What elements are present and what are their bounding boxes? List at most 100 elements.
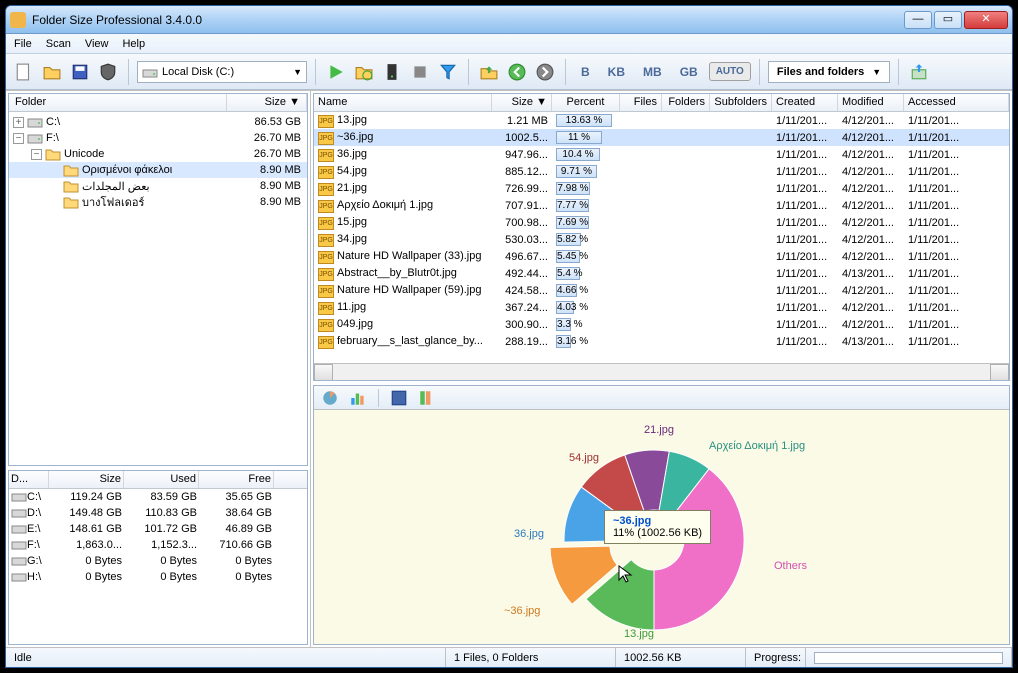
menu-help[interactable]: Help — [122, 38, 145, 50]
file-row[interactable]: JPGfebruary__s_last_glance_by...288.19..… — [314, 333, 1009, 350]
new-button[interactable] — [12, 60, 36, 84]
drives-panel[interactable]: D... Size Used Free C:\119.24 GB83.59 GB… — [8, 470, 308, 645]
tree-row[interactable]: Ορισμένοι φάκελοι8.90 MB — [9, 162, 307, 178]
jpg-icon: JPG — [318, 319, 334, 332]
back-button[interactable] — [505, 60, 529, 84]
stop-button[interactable] — [408, 60, 432, 84]
status-progress-label: Progress: — [746, 648, 806, 667]
col-files[interactable]: Files — [620, 94, 662, 111]
percent-bar: 13.63 % — [556, 114, 612, 127]
col-folders[interactable]: Folders — [662, 94, 710, 111]
col-drive[interactable]: D... — [9, 471, 49, 488]
unit-gb-button[interactable]: GB — [673, 61, 705, 83]
drive-row[interactable]: G:\0 Bytes0 Bytes0 Bytes — [9, 553, 307, 569]
server-button[interactable] — [380, 60, 404, 84]
col-size[interactable]: Size ▼ — [492, 94, 552, 111]
drive-row[interactable]: H:\0 Bytes0 Bytes0 Bytes — [9, 569, 307, 585]
menu-view[interactable]: View — [85, 38, 109, 50]
file-row[interactable]: JPG34.jpg530.03...5.82 %1/11/201...4/12/… — [314, 231, 1009, 248]
file-row[interactable]: JPGNature HD Wallpaper (33).jpg496.67...… — [314, 248, 1009, 265]
col-subfolders[interactable]: Subfolders — [710, 94, 772, 111]
file-row[interactable]: JPG049.jpg300.90...3.3 %1/11/201...4/12/… — [314, 316, 1009, 333]
open-button[interactable] — [40, 60, 64, 84]
drive-row[interactable]: F:\1,863.0...1,152.3...710.66 GB — [9, 537, 307, 553]
unit-kb-button[interactable]: KB — [601, 61, 632, 83]
file-row[interactable]: JPG36.jpg947.96...10.4 %1/11/201...4/12/… — [314, 146, 1009, 163]
folder-tree[interactable]: Folder Size ▼ + C:\86.53 GB −F:\26.70 MB−U… — [8, 93, 308, 466]
drive-row[interactable]: E:\148.61 GB101.72 GB46.89 GB — [9, 521, 307, 537]
chart-options-button[interactable] — [387, 386, 411, 410]
save-button[interactable] — [68, 60, 92, 84]
file-row[interactable]: JPG54.jpg885.12...9.71 %1/11/201...4/12/… — [314, 163, 1009, 180]
minimize-button[interactable]: — — [904, 11, 932, 29]
col-folder[interactable]: Folder — [9, 94, 227, 111]
pie-label: 36.jpg — [514, 528, 544, 540]
tree-item-size: 86.53 GB — [231, 116, 301, 128]
forward-button[interactable] — [533, 60, 557, 84]
up-folder-button[interactable] — [477, 60, 501, 84]
jpg-icon: JPG — [318, 302, 334, 315]
jpg-icon: JPG — [318, 251, 334, 264]
menu-scan[interactable]: Scan — [46, 38, 71, 50]
percent-bar: 5.82 % — [556, 233, 581, 246]
titlebar[interactable]: Folder Size Professional 3.4.0.0 — ▭ ✕ — [6, 6, 1012, 34]
play-button[interactable] — [324, 60, 348, 84]
filter-button[interactable] — [436, 60, 460, 84]
file-row[interactable]: JPG13.jpg1.21 MB13.63 %1/11/201...4/12/2… — [314, 112, 1009, 129]
drive-row[interactable]: C:\119.24 GB83.59 GB35.65 GB — [9, 489, 307, 505]
toolbar: Local Disk (C:) ▼ B KB MB GB AUTO Files … — [6, 54, 1012, 90]
tree-toggle[interactable]: + — [13, 117, 24, 128]
file-list[interactable]: Name Size ▼ Percent Files Folders Subfol… — [313, 93, 1010, 381]
tree-row[interactable]: بعض المجلدات8.90 MB — [9, 178, 307, 194]
menu-file[interactable]: File — [14, 38, 32, 50]
col-used[interactable]: Used — [124, 471, 199, 488]
col-created[interactable]: Created — [772, 94, 838, 111]
drive-icon — [142, 65, 158, 79]
unit-auto-button[interactable]: AUTO — [709, 62, 751, 81]
close-button[interactable]: ✕ — [964, 11, 1008, 29]
percent-bar: 7.98 % — [556, 182, 590, 195]
unit-mb-button[interactable]: MB — [636, 61, 669, 83]
tree-item-label: C:\ — [46, 116, 231, 128]
col-modified[interactable]: Modified — [838, 94, 904, 111]
tree-row[interactable]: −Unicode26.70 MB — [9, 146, 307, 162]
pie-chart-button[interactable] — [318, 386, 342, 410]
file-row[interactable]: JPGΑρχείο Δοκιμή 1.jpg707.91...7.77 %1/1… — [314, 197, 1009, 214]
percent-bar: 3.3 % — [556, 318, 571, 331]
tree-row[interactable]: + C:\86.53 GB — [9, 114, 307, 130]
window-title: Folder Size Professional 3.4.0.0 — [32, 13, 904, 27]
tree-item-size: 26.70 MB — [231, 132, 301, 144]
col-accessed[interactable]: Accessed — [904, 94, 1009, 111]
dropdown-arrow-icon: ▼ — [872, 67, 881, 77]
file-row[interactable]: JPGAbstract__by_Blutr0t.jpg492.44...5.4 … — [314, 265, 1009, 282]
drive-row[interactable]: D:\149.48 GB110.83 GB38.64 GB — [9, 505, 307, 521]
bar-chart-button[interactable] — [346, 386, 370, 410]
tree-toggle[interactable]: − — [31, 149, 42, 160]
file-row[interactable]: JPGNature HD Wallpaper (59).jpg424.58...… — [314, 282, 1009, 299]
drive-selector[interactable]: Local Disk (C:) ▼ — [137, 61, 307, 83]
file-row[interactable]: JPG~36.jpg1002.5...11 %1/11/201...4/12/2… — [314, 129, 1009, 146]
tree-item-size: 8.90 MB — [231, 164, 301, 176]
col-size[interactable]: Size ▼ — [227, 94, 307, 111]
menubar: File Scan View Help — [6, 34, 1012, 54]
maximize-button[interactable]: ▭ — [934, 11, 962, 29]
horizontal-scrollbar[interactable] — [314, 363, 1009, 380]
unit-b-button[interactable]: B — [574, 61, 597, 83]
scan-folder-button[interactable] — [352, 60, 376, 84]
chart-legend-button[interactable] — [415, 386, 439, 410]
file-row[interactable]: JPG21.jpg726.99...7.98 %1/11/201...4/12/… — [314, 180, 1009, 197]
pie-chart[interactable]: 13.jpg~36.jpg36.jpg54.jpg21.jpgΑρχείο Δο… — [314, 410, 1009, 644]
col-percent[interactable]: Percent — [552, 94, 620, 111]
filter-mode-selector[interactable]: Files and folders ▼ — [768, 61, 890, 83]
col-name[interactable]: Name — [314, 94, 492, 111]
tree-toggle[interactable]: − — [13, 133, 24, 144]
tree-row[interactable]: −F:\26.70 MB — [9, 130, 307, 146]
tree-item-label: บางโฟลเดอร์ — [82, 193, 231, 211]
tree-row[interactable]: บางโฟลเดอร์8.90 MB — [9, 194, 307, 210]
file-row[interactable]: JPG11.jpg367.24...4.03 %1/11/201...4/12/… — [314, 299, 1009, 316]
col-size[interactable]: Size — [49, 471, 124, 488]
export-button[interactable] — [907, 60, 931, 84]
shield-button[interactable] — [96, 60, 120, 84]
col-free[interactable]: Free — [199, 471, 274, 488]
file-row[interactable]: JPG15.jpg700.98...7.69 %1/11/201...4/12/… — [314, 214, 1009, 231]
